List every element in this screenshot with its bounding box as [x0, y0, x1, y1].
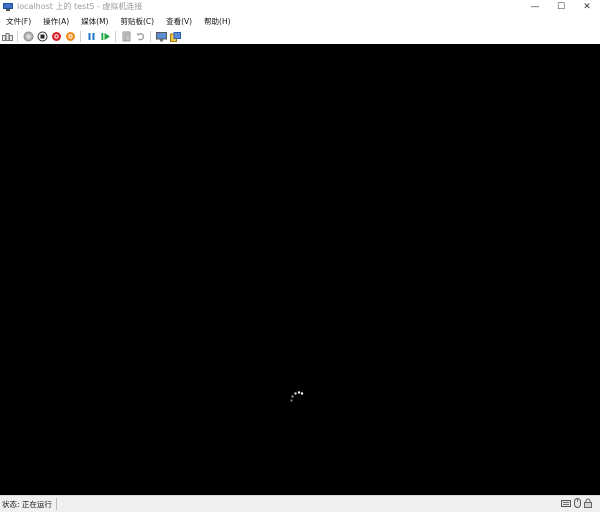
menu-action[interactable]: 操作(A) — [37, 16, 75, 27]
keyboard-icon — [561, 499, 571, 509]
ctrl-alt-del-icon[interactable] — [1, 30, 14, 43]
maximize-button[interactable]: ☐ — [548, 0, 574, 13]
menu-help[interactable]: 帮助(H) — [198, 16, 237, 27]
toolbar-separator — [17, 31, 18, 42]
turn-off-icon[interactable] — [36, 30, 49, 43]
enhanced-session-icon[interactable] — [155, 30, 168, 43]
window-title: localhost 上的 test5 - 虚拟机连接 — [17, 2, 143, 11]
save-icon[interactable] — [64, 30, 77, 43]
toolbar-separator — [80, 31, 81, 42]
menu-media[interactable]: 媒体(M) — [75, 16, 114, 27]
shut-down-icon[interactable] — [50, 30, 63, 43]
close-button[interactable]: ✕ — [574, 0, 600, 13]
share-icon[interactable] — [169, 30, 182, 43]
start-icon[interactable] — [22, 30, 35, 43]
mouse-icon — [574, 498, 581, 510]
toolbar — [0, 29, 600, 44]
menu-bar: 文件(F) 操作(A) 媒体(M) 剪贴板(C) 查看(V) 帮助(H) — [0, 14, 600, 28]
menu-file[interactable]: 文件(F) — [0, 16, 37, 27]
vm-connection-icon — [3, 2, 13, 11]
pause-icon[interactable] — [85, 30, 98, 43]
resume-icon[interactable] — [99, 30, 112, 43]
vm-display[interactable] — [0, 44, 600, 495]
status-separator — [55, 498, 57, 510]
toolbar-separator — [115, 31, 116, 42]
status-text: 状态: 正在运行 — [2, 499, 52, 509]
menu-clipboard[interactable]: 剪贴板(C) — [114, 16, 160, 27]
status-bar: 状态: 正在运行 — [0, 495, 600, 512]
revert-icon[interactable] — [134, 30, 147, 43]
toolbar-separator — [150, 31, 151, 42]
minimize-button[interactable]: — — [522, 0, 548, 13]
lock-icon — [584, 498, 592, 510]
title-bar: localhost 上的 test5 - 虚拟机连接 — ☐ ✕ — [0, 0, 600, 13]
loading-spinner-icon — [290, 391, 304, 402]
menu-view[interactable]: 查看(V) — [160, 16, 198, 27]
checkpoint-icon[interactable] — [120, 30, 133, 43]
